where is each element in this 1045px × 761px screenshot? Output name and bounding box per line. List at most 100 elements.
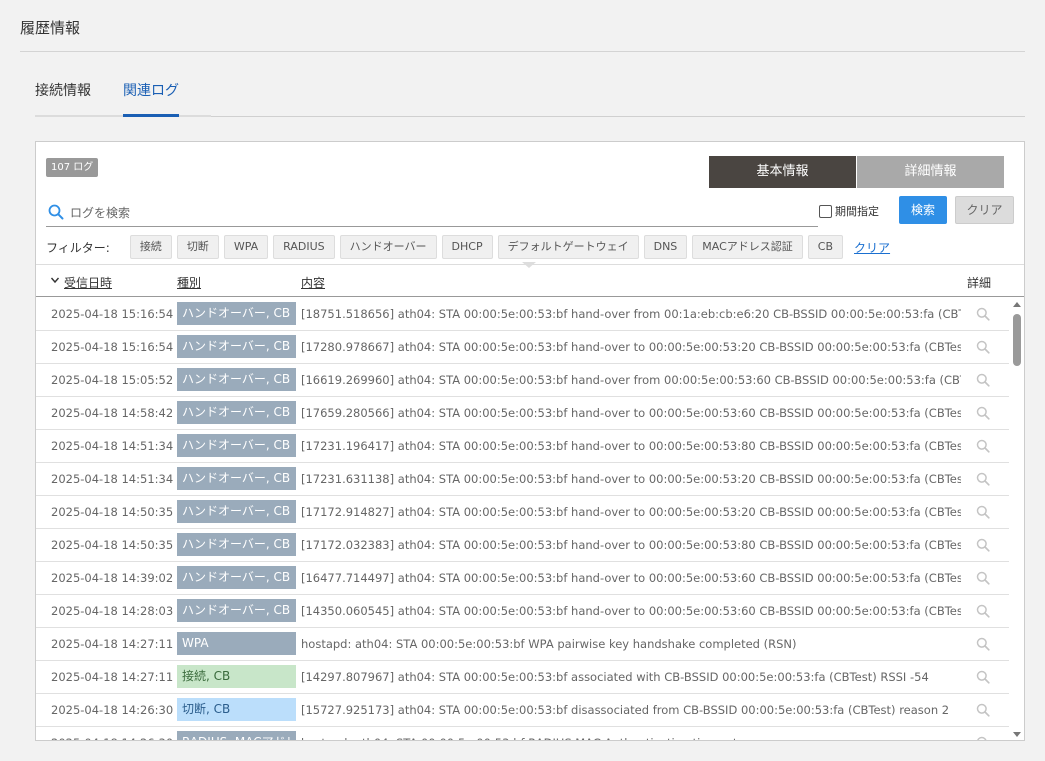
row-type-badge: ハンドオーバー, CB	[177, 368, 296, 391]
row-type-badge: 接続, CB	[177, 665, 296, 688]
row-time: 2025-04-18 15:16:54	[51, 340, 174, 354]
row-content: [17172.032383] ath04: STA 00:00:5e:00:53…	[301, 538, 961, 552]
search-button[interactable]: 検索	[899, 196, 947, 224]
column-header-time[interactable]: 受信日時	[64, 274, 112, 291]
magnifier-icon[interactable]	[976, 670, 990, 684]
page-title: 履歴情報	[20, 19, 81, 37]
row-time: 2025-04-18 14:27:11	[51, 637, 174, 651]
magnifier-icon[interactable]	[976, 406, 990, 420]
table-scrollbar[interactable]	[1010, 298, 1024, 740]
row-type-badge: ハンドオーバー, CB	[177, 566, 296, 589]
row-content: [17231.631138] ath04: STA 00:00:5e:00:53…	[301, 472, 961, 486]
log-count-badge: 107 ログ	[46, 158, 99, 177]
table-row[interactable]: 2025-04-18 14:26:30 RADIUS, MACアドレス認証 host…	[36, 727, 1009, 741]
column-header-detail: 詳細	[967, 276, 992, 290]
row-content: [14350.060545] ath04: STA 00:00:5e:00:53…	[301, 604, 961, 618]
filter-chip-disconnect[interactable]: 切断	[176, 235, 219, 259]
table-row[interactable]: 2025-04-18 14:27:11 WPA hostapd: ath04: ST…	[36, 628, 1009, 661]
filter-chip-handover[interactable]: ハンドオーバー	[339, 235, 437, 259]
row-time: 2025-04-18 15:05:52	[51, 373, 174, 387]
table-row[interactable]: 2025-04-18 15:16:54 ハンドオーバー, CB [18751.518…	[36, 298, 1009, 331]
filter-chip-cb[interactable]: CB	[807, 235, 844, 259]
period-toggle[interactable]: 期間指定	[819, 203, 879, 219]
row-content: [15727.925173] ath04: STA 00:00:5e:00:53…	[301, 703, 950, 717]
row-time: 2025-04-18 14:58:42	[51, 406, 174, 420]
log-search	[46, 199, 818, 227]
filter-chip-radius[interactable]: RADIUS	[273, 235, 335, 259]
scroll-down-arrow[interactable]	[1013, 732, 1021, 737]
chevron-down-icon[interactable]	[50, 275, 60, 285]
tab-related-logs[interactable]: 関連ログ	[123, 80, 179, 100]
row-content: [17231.196417] ath04: STA 00:00:5e:00:53…	[301, 439, 961, 453]
row-content: [17659.280566] ath04: STA 00:00:5e:00:53…	[301, 406, 961, 420]
row-type-badge: WPA	[177, 632, 296, 655]
magnifier-icon[interactable]	[976, 439, 990, 453]
clear-button[interactable]: クリア	[955, 196, 1014, 224]
filter-chip-connect[interactable]: 接続	[129, 235, 172, 259]
magnifier-icon[interactable]	[976, 307, 990, 321]
row-time: 2025-04-18 14:51:34	[51, 439, 174, 453]
row-type-badge: 切断, CB	[177, 698, 296, 721]
magnifier-icon[interactable]	[976, 604, 990, 618]
row-time: 2025-04-18 14:51:34	[51, 472, 174, 486]
filter-label: フィルター:	[46, 240, 110, 255]
filter-chip-wpa[interactable]: WPA	[223, 235, 269, 259]
row-type-badge: ハンドオーバー, CB	[177, 434, 296, 457]
table-row[interactable]: 2025-04-18 14:39:02 ハンドオーバー, CB [16477.714…	[36, 562, 1009, 595]
table-row[interactable]: 2025-04-18 14:50:35 ハンドオーバー, CB [17172.914…	[36, 496, 1009, 529]
row-time: 2025-04-18 14:26:30	[51, 703, 174, 717]
table-row[interactable]: 2025-04-18 15:05:52 ハンドオーバー, CB [16619.269…	[36, 364, 1009, 397]
magnifier-icon[interactable]	[976, 340, 990, 354]
active-tab-indicator	[123, 114, 179, 117]
log-search-input[interactable]	[70, 202, 810, 224]
table-row[interactable]: 2025-04-18 15:16:54 ハンドオーバー, CB [17280.978…	[36, 331, 1009, 364]
row-content: [16619.269960] ath04: STA 00:00:5e:00:53…	[301, 373, 961, 387]
magnifier-icon[interactable]	[976, 736, 990, 741]
row-type-badge: ハンドオーバー, CB	[177, 467, 296, 490]
filter-chip-dhcp[interactable]: DHCP	[441, 235, 493, 259]
filter-chip-mac-auth[interactable]: MACアドレス認証	[692, 235, 803, 259]
table-row[interactable]: 2025-04-18 14:26:30 切断, CB [15727.925173] …	[36, 694, 1009, 727]
log-table-body: 2025-04-18 15:16:54 ハンドオーバー, CB [18751.518…	[36, 298, 1009, 741]
log-panel: 107 ログ 基本情報 詳細情報 期間指定 検索 クリア フィルター: 接続 切…	[35, 141, 1025, 741]
magnifier-icon[interactable]	[976, 637, 990, 651]
row-time: 2025-04-18 14:39:02	[51, 571, 174, 585]
table-row[interactable]: 2025-04-18 14:58:42 ハンドオーバー, CB [17659.280…	[36, 397, 1009, 430]
row-type-badge: ハンドオーバー, CB	[177, 335, 296, 358]
magnifier-icon[interactable]	[976, 472, 990, 486]
row-type-badge: ハンドオーバー, CB	[177, 599, 296, 622]
row-type-badge: ハンドオーバー, CB	[177, 401, 296, 424]
column-header-type[interactable]: 種別	[177, 274, 201, 291]
tab-bar: 接続情報 関連ログ	[35, 80, 1025, 118]
detail-info-button[interactable]: 詳細情報	[857, 156, 1004, 188]
table-row[interactable]: 2025-04-18 14:27:11 接続, CB [14297.807967] …	[36, 661, 1009, 694]
scroll-up-arrow[interactable]	[1013, 302, 1021, 307]
filter-chip-default-gateway[interactable]: デフォルトゲートウェイ	[497, 235, 639, 259]
filter-clear-link[interactable]: クリア	[854, 239, 890, 256]
column-header-content[interactable]: 内容	[301, 274, 325, 291]
period-checkbox[interactable]	[819, 204, 832, 218]
filter-chip-dns[interactable]: DNS	[643, 235, 688, 259]
tab-connection-info[interactable]: 接続情報	[35, 80, 91, 100]
period-label: 期間指定	[835, 205, 879, 218]
row-time: 2025-04-18 14:50:35	[51, 538, 174, 552]
table-row[interactable]: 2025-04-18 14:51:34 ハンドオーバー, CB [17231.196…	[36, 430, 1009, 463]
title-divider	[20, 51, 1025, 52]
row-time: 2025-04-18 15:16:54	[51, 307, 174, 321]
row-time: 2025-04-18 14:27:11	[51, 670, 174, 684]
magnifier-icon[interactable]	[976, 373, 990, 387]
row-type-badge: ハンドオーバー, CB	[177, 302, 296, 325]
row-content: [17172.914827] ath04: STA 00:00:5e:00:53…	[301, 505, 961, 519]
table-row[interactable]: 2025-04-18 14:50:35 ハンドオーバー, CB [17172.032…	[36, 529, 1009, 562]
table-row[interactable]: 2025-04-18 14:28:03 ハンドオーバー, CB [14350.060…	[36, 595, 1009, 628]
magnifier-icon[interactable]	[976, 703, 990, 717]
magnifier-icon[interactable]	[976, 505, 990, 519]
magnifier-icon[interactable]	[976, 538, 990, 552]
row-content: [14297.807967] ath04: STA 00:00:5e:00:53…	[301, 670, 929, 684]
scroll-thumb[interactable]	[1013, 314, 1021, 366]
magnifier-icon[interactable]	[976, 571, 990, 585]
row-content: [18751.518656] ath04: STA 00:00:5e:00:53…	[301, 307, 961, 321]
filter-bar: フィルター: 接続 切断 WPA RADIUS ハンドオーバー DHCP デフォ…	[46, 235, 890, 259]
basic-info-button[interactable]: 基本情報	[709, 156, 856, 188]
table-row[interactable]: 2025-04-18 14:51:34 ハンドオーバー, CB [17231.631…	[36, 463, 1009, 496]
